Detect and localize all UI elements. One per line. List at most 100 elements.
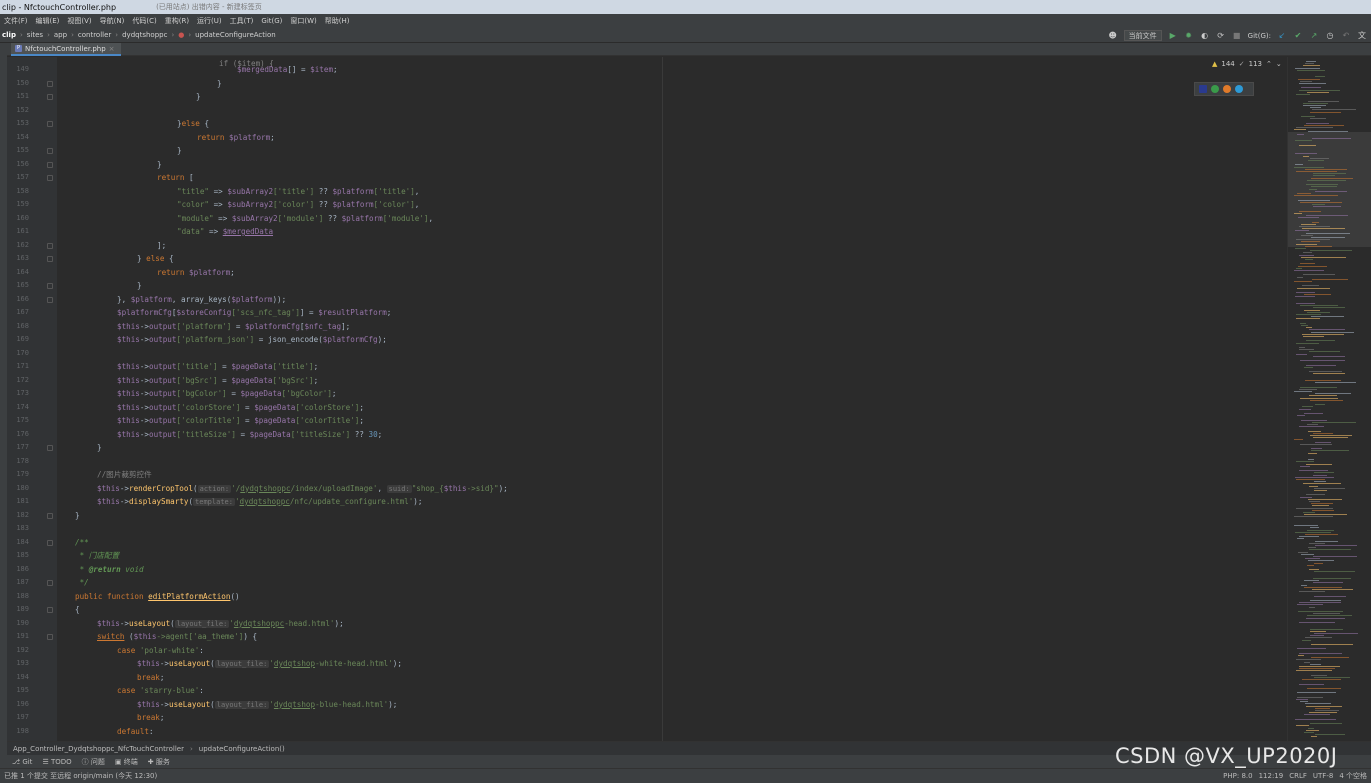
menu-tools[interactable]: 工具(T) xyxy=(226,16,258,26)
minimap-line xyxy=(1295,67,1320,69)
menu-view[interactable]: 视图(V) xyxy=(63,16,95,26)
chrome-icon[interactable] xyxy=(1211,85,1219,93)
close-icon[interactable]: × xyxy=(109,45,115,53)
fold-marker-icon[interactable] xyxy=(47,296,53,303)
fold-marker-icon[interactable] xyxy=(47,80,53,87)
services-icon: ✚ xyxy=(147,757,154,766)
firefox-icon[interactable] xyxy=(1223,85,1231,93)
minimap-line xyxy=(1304,732,1314,733)
phpstorm-browser-icon[interactable] xyxy=(1199,85,1207,93)
fold-marker-icon[interactable] xyxy=(47,512,53,519)
fold-marker-icon[interactable] xyxy=(47,580,53,586)
run-config-combo[interactable]: 当前文件 xyxy=(1123,30,1162,41)
warning-icon: ▲ xyxy=(1212,60,1218,68)
menu-file[interactable]: 文件(F) xyxy=(0,16,32,26)
minimap-line xyxy=(1314,633,1358,634)
translate-icon[interactable]: 文 xyxy=(1357,31,1367,41)
minimap-line xyxy=(1299,666,1340,667)
git-commit-icon[interactable]: ✔ xyxy=(1293,31,1303,41)
git-update-icon[interactable]: ↙ xyxy=(1277,31,1287,41)
minimap-line xyxy=(1297,538,1304,540)
minimap-line xyxy=(1296,342,1319,344)
run-icon[interactable]: ▶ xyxy=(1168,31,1178,41)
minimap-line xyxy=(1309,549,1351,551)
coverage-icon[interactable]: ◐ xyxy=(1200,31,1210,41)
toolwin-services[interactable]: ✚ 服务 xyxy=(148,757,170,767)
fold-marker-icon[interactable] xyxy=(47,161,53,168)
caret-position[interactable]: 112:19 xyxy=(1259,772,1284,780)
fold-marker-icon[interactable] xyxy=(47,634,53,640)
line-number: 163 xyxy=(16,254,29,262)
footer-breadcrumb-class[interactable]: App_Controller_Dydqtshoppc_NfcTouchContr… xyxy=(13,745,184,753)
git-push-icon[interactable]: ↗ xyxy=(1309,31,1319,41)
menu-code[interactable]: 代码(C) xyxy=(128,16,160,26)
status-bar: 已推 1 个提交 至远程 origin/main (今天 12:30) PHP:… xyxy=(0,768,1371,783)
fold-marker-icon[interactable] xyxy=(47,148,53,154)
status-message[interactable]: 已推 1 个提交 至远程 origin/main (今天 12:30) xyxy=(4,771,157,781)
menu-run[interactable]: 运行(U) xyxy=(193,16,226,26)
minimap-line xyxy=(1313,355,1345,357)
breadcrumb-app[interactable]: app xyxy=(54,31,67,39)
minimap-line xyxy=(1296,303,1315,304)
user-icon[interactable]: ☻ xyxy=(1108,31,1118,41)
history-icon[interactable]: ◷ xyxy=(1325,31,1335,41)
line-number: 198 xyxy=(16,726,29,735)
fold-marker-icon[interactable] xyxy=(47,445,53,451)
minimap-line xyxy=(1313,437,1348,439)
debug-icon[interactable]: ✹ xyxy=(1184,31,1194,41)
code-minimap[interactable] xyxy=(1287,57,1371,741)
code-line-197: break; xyxy=(137,713,165,722)
rollback-icon[interactable]: ↶ xyxy=(1341,31,1351,41)
minimap-line xyxy=(1314,562,1323,564)
menu-navigate[interactable]: 导航(N) xyxy=(96,16,129,26)
minimap-line xyxy=(1310,635,1324,637)
minimap-line xyxy=(1300,701,1308,703)
fold-marker-icon[interactable] xyxy=(47,256,53,262)
menu-edit[interactable]: 编辑(E) xyxy=(32,16,64,26)
menu-refactor[interactable]: 重构(R) xyxy=(161,16,193,26)
fold-marker-icon[interactable] xyxy=(47,121,53,127)
edge-icon[interactable] xyxy=(1235,85,1243,93)
breadcrumb-method[interactable]: updateConfigureAction xyxy=(195,31,276,39)
line-number: 179 xyxy=(16,470,29,478)
stop-icon[interactable]: ■ xyxy=(1232,31,1242,41)
breadcrumb-project[interactable]: clip xyxy=(0,31,16,39)
fold-marker-icon[interactable] xyxy=(47,283,53,289)
editor-tab[interactable]: P NfctouchController.php × xyxy=(11,43,121,56)
fold-marker-icon[interactable] xyxy=(47,607,53,613)
breadcrumb-dydqtshoppc[interactable]: dydqtshoppc xyxy=(122,31,167,39)
indent-setting[interactable]: 4 个空格 xyxy=(1339,771,1367,781)
minimap-line xyxy=(1299,83,1326,84)
toolwin-problems[interactable]: ⓘ 问题 xyxy=(82,757,105,767)
profile-icon[interactable]: ⟳ xyxy=(1216,31,1226,41)
toolwin-terminal[interactable]: ▣ 终端 xyxy=(115,757,138,767)
file-encoding[interactable]: UTF-8 xyxy=(1313,772,1333,780)
line-number: 183 xyxy=(16,524,29,532)
menu-git[interactable]: Git(G) xyxy=(257,17,286,25)
toolwin-todo[interactable]: ☰ TODO xyxy=(42,758,71,766)
inspection-widget[interactable]: ▲ 144 ✓ 113 ⌃ ⌄ xyxy=(1212,60,1282,68)
menu-window[interactable]: 窗口(W) xyxy=(286,16,320,26)
git-label: Git(G): xyxy=(1247,31,1271,40)
line-separator[interactable]: CRLF xyxy=(1289,772,1307,780)
toolwin-git[interactable]: ⎇ Git xyxy=(12,758,32,766)
fold-marker-icon[interactable] xyxy=(47,175,53,181)
minimap-line xyxy=(1310,663,1321,665)
footer-breadcrumb-method[interactable]: updateConfigureAction() xyxy=(199,745,285,753)
next-highlight-icon[interactable]: ⌄ xyxy=(1276,60,1282,68)
minimap-line xyxy=(1312,204,1325,205)
line-number: 161 xyxy=(16,227,29,235)
breadcrumb-controller[interactable]: controller xyxy=(78,31,111,39)
minimap-line xyxy=(1302,333,1344,335)
minimap-line xyxy=(1299,470,1328,472)
prev-highlight-icon[interactable]: ⌃ xyxy=(1266,60,1272,68)
minimap-line xyxy=(1301,553,1314,555)
line-number: 181 xyxy=(16,497,29,505)
fold-marker-icon[interactable] xyxy=(47,242,53,249)
php-version[interactable]: PHP: 8.0 xyxy=(1223,772,1252,780)
fold-marker-icon[interactable] xyxy=(47,94,53,100)
code-line-186: * @return void xyxy=(75,564,144,574)
fold-marker-icon[interactable] xyxy=(47,539,53,546)
breadcrumb-sites[interactable]: sites xyxy=(27,31,43,39)
menu-help[interactable]: 帮助(H) xyxy=(321,16,354,26)
